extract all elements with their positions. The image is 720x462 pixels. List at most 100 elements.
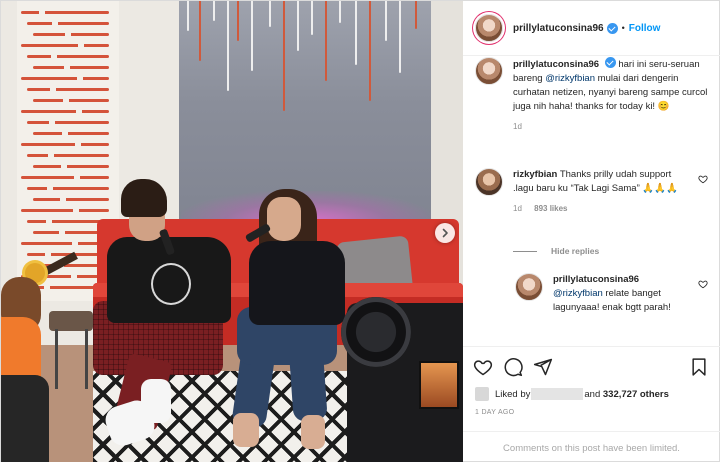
man-hair (121, 179, 167, 217)
blind-gap (76, 110, 82, 113)
caption: prillylatuconsina96 hari ini seru-seruan… (475, 57, 708, 134)
paint-drip (325, 1, 327, 81)
camera-screen (419, 361, 459, 409)
blind-gap (47, 187, 53, 190)
reply-username[interactable]: prillylatuconsina96 (553, 274, 639, 285)
paint-drip (227, 1, 229, 91)
blind-gap (64, 66, 70, 69)
like-button[interactable] (473, 357, 493, 377)
blind-gap (74, 176, 80, 179)
comment-button[interactable] (503, 357, 523, 377)
comment-age[interactable]: 1d (513, 204, 522, 213)
action-icons (473, 357, 709, 377)
paint-drip (369, 1, 371, 101)
blind-stripe (27, 154, 109, 157)
post-actions: Liked by and 332,727 others 1 DAY AGO Co… (463, 346, 720, 462)
post-timestamp[interactable]: 1 DAY AGO (475, 409, 514, 416)
comment-text: rizkyfbian Thanks prilly udah support .l… (513, 168, 690, 196)
blind-gap (49, 121, 55, 124)
paint-drip (269, 1, 271, 27)
blind-gap (78, 44, 84, 47)
paint-drip (283, 1, 285, 111)
next-photo-button[interactable] (435, 223, 455, 243)
liker-username-redacted[interactable] (531, 388, 584, 400)
blind-stripe (33, 165, 109, 168)
reply-body: prillylatuconsina96 @rizkyfbian relate b… (553, 273, 690, 315)
reply-avatar[interactable] (515, 273, 543, 301)
comment-meta: 1d 893 likes (513, 202, 690, 216)
verified-badge-icon (606, 22, 618, 34)
comment-icon (504, 358, 523, 377)
paint-drip (213, 1, 215, 21)
paint-drip (237, 1, 239, 41)
woman-foot (233, 413, 259, 447)
caption-avatar[interactable] (475, 57, 503, 85)
bookmark-icon (692, 358, 706, 376)
comments-limited-notice: Comments on this post have been limited. (463, 431, 720, 462)
paint-drip (415, 1, 417, 29)
blind-stripe (21, 209, 109, 212)
commenter-avatar[interactable] (475, 168, 503, 196)
blind-stripe (27, 187, 109, 190)
paint-drip (385, 1, 387, 41)
comment-like-heart-icon[interactable] (698, 174, 708, 184)
liked-by-suffix: and (584, 388, 601, 400)
woman-face (267, 197, 301, 241)
blind-stripe (33, 198, 109, 201)
blind-gap (71, 275, 77, 278)
share-button[interactable] (533, 357, 553, 377)
blind-gap (44, 286, 50, 289)
reply-item: prillylatuconsina96 @rizkyfbian relate b… (515, 273, 708, 315)
stool-leg (55, 329, 58, 389)
blind-stripe (21, 176, 109, 179)
blind-gap (50, 88, 56, 91)
camera-lens (341, 297, 411, 367)
blind-stripe (27, 22, 109, 25)
side-stool (49, 311, 93, 331)
blind-stripe (21, 242, 109, 245)
liker-avatar[interactable] (475, 387, 489, 401)
paint-drip (355, 1, 357, 65)
blind-stripe (21, 143, 109, 146)
comment-likes[interactable]: 893 likes (534, 204, 567, 213)
blind-stripe (33, 132, 109, 135)
comments-section: prillylatuconsina96 hari ini seru-seruan… (463, 56, 720, 346)
author-username[interactable]: prillylatuconsina96 (513, 23, 604, 34)
stool-leg (85, 329, 88, 389)
blind-stripe (27, 88, 109, 91)
blind-gap (75, 143, 81, 146)
blind-gap (46, 220, 52, 223)
blind-stripe (21, 110, 109, 113)
replies-line (513, 250, 537, 252)
post-header: prillylatuconsina96 • Follow (463, 1, 720, 56)
liked-by-count[interactable]: 332,727 others (603, 389, 669, 400)
blind-gap (73, 209, 79, 212)
blind-gap (63, 99, 69, 102)
commenter-username[interactable]: rizkyfbian (513, 169, 557, 180)
woman-top (249, 241, 345, 325)
caption-age[interactable]: 1d (513, 122, 522, 131)
chevron-right-icon (442, 228, 448, 238)
post-photo[interactable] (1, 1, 463, 462)
paint-drip (311, 1, 313, 35)
post-sidebar: prillylatuconsina96 • Follow prillylatuc… (463, 1, 720, 462)
reply-like-heart-icon[interactable] (698, 279, 708, 289)
verified-badge-icon (604, 57, 616, 68)
follow-button[interactable]: Follow (629, 23, 661, 34)
reply-mention[interactable]: @rizkyfbian (553, 288, 603, 299)
woman-foot (301, 415, 325, 449)
paint-drip (251, 1, 253, 71)
blind-stripe (21, 44, 109, 47)
save-button[interactable] (689, 357, 709, 379)
blind-stripe (33, 99, 109, 102)
paint-drip (339, 1, 341, 23)
blind-stripe (33, 33, 109, 36)
author-avatar[interactable] (475, 14, 503, 42)
blind-gap (52, 22, 58, 25)
caption-mention[interactable]: @rizkyfbian (545, 73, 595, 84)
comment-body: rizkyfbian Thanks prilly udah support .l… (513, 168, 690, 216)
likes-summary: Liked by and 332,727 others (475, 387, 669, 401)
blind-gap (39, 11, 45, 14)
caption-username[interactable]: prillylatuconsina96 (513, 59, 599, 70)
hide-replies-toggle[interactable]: Hide replies (513, 246, 599, 256)
